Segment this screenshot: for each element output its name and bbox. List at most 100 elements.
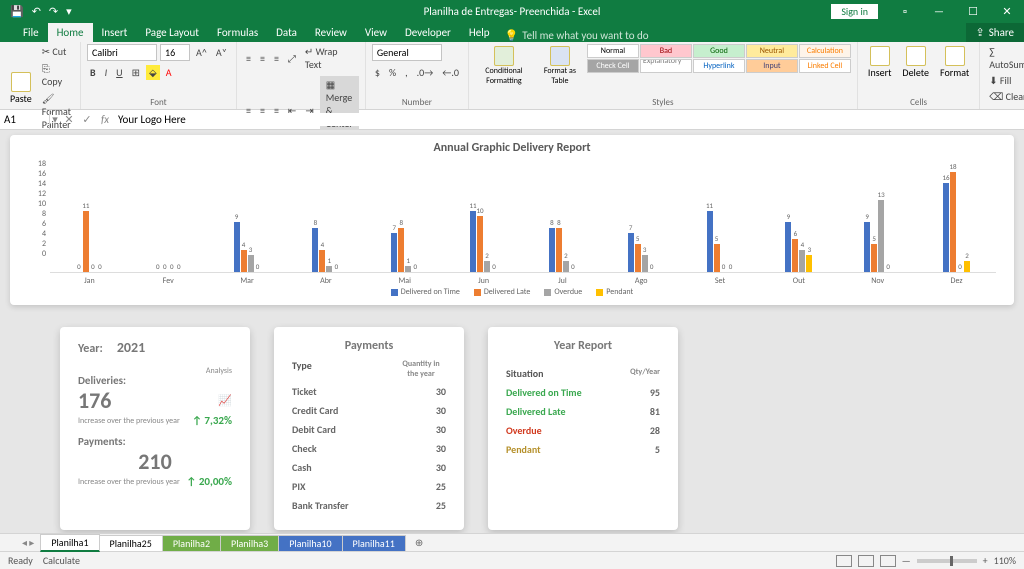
- tab-view[interactable]: View: [356, 23, 396, 42]
- style-cell[interactable]: Linked Cell: [799, 59, 851, 73]
- sheet-tab[interactable]: Planilha10: [278, 535, 342, 551]
- delete-button[interactable]: Delete: [898, 44, 933, 81]
- tab-home[interactable]: Home: [48, 23, 93, 42]
- align-mid-icon[interactable]: ≡: [257, 51, 268, 66]
- orientation-icon[interactable]: ⤢: [285, 51, 299, 66]
- tab-formulas[interactable]: Formulas: [208, 23, 267, 42]
- sheet-tab[interactable]: Planilha1: [40, 534, 99, 552]
- view-pagebreak-icon[interactable]: [880, 555, 896, 567]
- format-button[interactable]: Format: [936, 44, 973, 81]
- tab-insert[interactable]: Insert: [93, 23, 137, 42]
- fill-button[interactable]: ⬇ Fill: [986, 73, 1024, 88]
- worksheet[interactable]: Annual Graphic Delivery Report 181614121…: [0, 130, 1024, 533]
- view-normal-icon[interactable]: [836, 555, 852, 567]
- name-box[interactable]: A1: [0, 110, 50, 129]
- font-name-select[interactable]: Calibri: [87, 44, 157, 61]
- tab-developer[interactable]: Developer: [396, 23, 460, 42]
- table-row: Overdue28: [506, 424, 660, 437]
- style-cell[interactable]: Good: [693, 44, 745, 58]
- zoom-in-icon[interactable]: +: [983, 554, 988, 567]
- style-cell[interactable]: Neutral: [746, 44, 798, 58]
- table-row: Debit Card30: [292, 423, 446, 436]
- sheet-nav-icon[interactable]: ◂ ▸: [22, 536, 34, 549]
- sheet-tab[interactable]: Planilha3: [220, 535, 279, 551]
- font-color-button[interactable]: A: [163, 65, 175, 80]
- cell-styles-gallery[interactable]: NormalBadGoodNeutralCalculation Check Cel…: [587, 44, 851, 73]
- zoom-level[interactable]: 110%: [994, 554, 1016, 567]
- style-cell[interactable]: Normal: [587, 44, 639, 58]
- copy-button[interactable]: ⎘ Copy: [39, 61, 74, 89]
- chart-card[interactable]: Annual Graphic Delivery Report 181614121…: [10, 135, 1014, 305]
- style-cell[interactable]: Input: [746, 59, 798, 73]
- sheet-tab[interactable]: Planilha25: [99, 535, 163, 551]
- table-row: Credit Card30: [292, 404, 446, 417]
- tab-file[interactable]: File: [14, 23, 48, 42]
- namebox-dropdown-icon[interactable]: ▾: [50, 113, 60, 126]
- font-size-select[interactable]: 16: [160, 44, 190, 61]
- style-cell[interactable]: Calculation: [799, 44, 851, 58]
- bold-button[interactable]: B: [87, 65, 99, 80]
- table-row: Check30: [292, 442, 446, 455]
- comma-icon[interactable]: ,: [402, 65, 411, 80]
- tab-help[interactable]: Help: [460, 23, 499, 42]
- decrease-font-icon[interactable]: A˅: [213, 45, 230, 60]
- style-cell[interactable]: Check Cell: [587, 59, 639, 73]
- style-cell[interactable]: Hyperlink: [693, 59, 745, 73]
- status-ready: Ready: [8, 554, 33, 567]
- formula-bar-row: A1 ▾ ✕ ✓ fx: [0, 110, 1024, 130]
- undo-icon[interactable]: ↶: [30, 5, 43, 18]
- ribbon-options-icon[interactable]: ▫: [888, 0, 922, 22]
- paste-button[interactable]: Paste: [6, 70, 36, 107]
- tab-review[interactable]: Review: [306, 23, 356, 42]
- tab-data[interactable]: Data: [267, 23, 306, 42]
- fill-color-button[interactable]: ⬙: [146, 65, 160, 80]
- panel-year: Year:2021 Deliveries:Analysis 176📈 Incre…: [60, 327, 250, 530]
- minimize-icon[interactable]: —: [922, 0, 956, 22]
- tab-pagelayout[interactable]: Page Layout: [136, 23, 208, 42]
- tell-me[interactable]: 💡 Tell me what you want to do: [505, 29, 649, 42]
- group-styles: Conditional Formatting Format as Table N…: [469, 42, 858, 109]
- style-cell[interactable]: Bad: [640, 44, 692, 58]
- dec-decimal-icon[interactable]: ←.0: [439, 65, 462, 80]
- wrap-text-button[interactable]: ↵ Wrap Text: [302, 44, 359, 72]
- currency-icon[interactable]: $: [372, 65, 383, 80]
- sheet-tabs: ◂ ▸ Planilha1 Planilha25 Planilha2 Plani…: [0, 533, 1024, 551]
- close-icon[interactable]: ✕: [990, 0, 1024, 22]
- zoom-slider[interactable]: [917, 559, 977, 563]
- increase-font-icon[interactable]: A^: [193, 45, 210, 60]
- status-bar: Ready Calculate — + 110%: [0, 551, 1024, 569]
- format-as-table-button[interactable]: Format as Table: [536, 44, 584, 88]
- sheet-tab[interactable]: Planilha11: [342, 535, 406, 551]
- dashboard-row: Year:2021 Deliveries:Analysis 176📈 Incre…: [10, 327, 1014, 530]
- view-pagelayout-icon[interactable]: [858, 555, 874, 567]
- formula-input[interactable]: [114, 113, 1024, 126]
- italic-button[interactable]: I: [102, 65, 111, 80]
- new-sheet-button[interactable]: ⊕: [405, 535, 427, 550]
- underline-button[interactable]: U: [113, 65, 125, 80]
- insert-button[interactable]: Insert: [864, 44, 896, 81]
- autosum-button[interactable]: ∑ AutoSum: [986, 44, 1024, 72]
- fx-icon[interactable]: fx: [96, 113, 114, 126]
- number-format-select[interactable]: General: [372, 44, 442, 61]
- redo-icon[interactable]: ↷: [47, 5, 60, 18]
- border-button[interactable]: ⊞: [129, 65, 143, 80]
- cut-button[interactable]: ✂ Cut: [39, 44, 74, 59]
- maximize-icon[interactable]: ☐: [956, 0, 990, 22]
- percent-icon[interactable]: %: [386, 65, 399, 80]
- style-cell[interactable]: Explanatory ...: [640, 59, 692, 73]
- zoom-out-icon[interactable]: —: [902, 554, 911, 567]
- clear-button[interactable]: ⌫ Clear: [986, 89, 1024, 104]
- qat-more-icon[interactable]: ▾: [64, 5, 74, 18]
- cancel-formula-icon[interactable]: ✕: [60, 113, 78, 126]
- signin-button[interactable]: Sign in: [831, 4, 878, 19]
- trend-up-icon: 📈: [218, 394, 232, 407]
- conditional-formatting-button[interactable]: Conditional Formatting: [475, 44, 533, 88]
- table-row: Cash30: [292, 461, 446, 474]
- sheet-tab[interactable]: Planilha2: [162, 535, 221, 551]
- align-top-icon[interactable]: ≡: [243, 51, 254, 66]
- align-bot-icon[interactable]: ≡: [271, 51, 282, 66]
- inc-decimal-icon[interactable]: .0→: [414, 65, 437, 80]
- enter-formula-icon[interactable]: ✓: [78, 113, 96, 126]
- share-button[interactable]: ⇪ Share: [966, 23, 1024, 42]
- save-icon[interactable]: 💾: [8, 5, 26, 18]
